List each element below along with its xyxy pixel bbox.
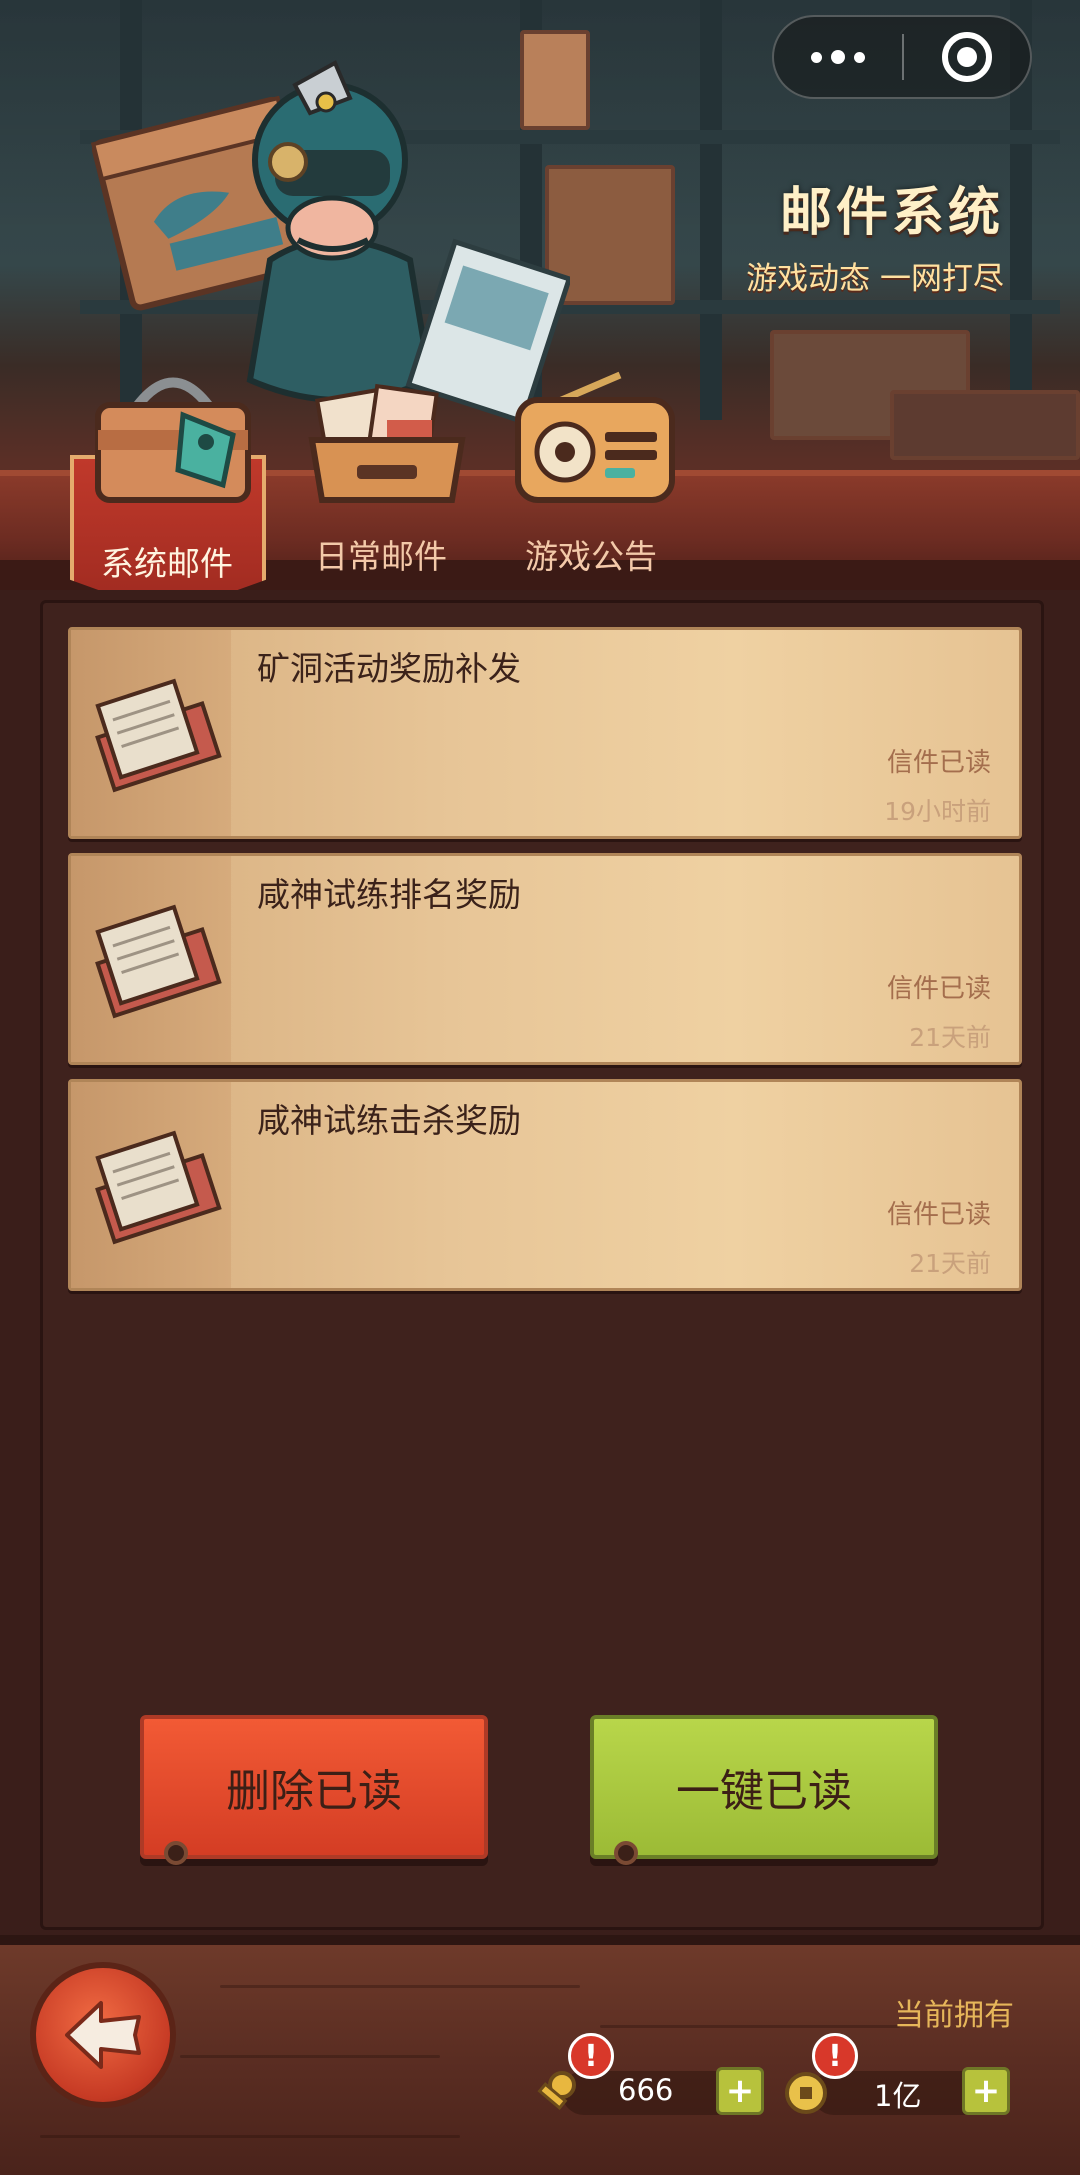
- mail-time: 21天前: [909, 1249, 991, 1278]
- target-icon[interactable]: [904, 32, 1030, 82]
- mark-all-read-button[interactable]: 一键已读: [590, 1715, 938, 1865]
- back-button[interactable]: [30, 1962, 176, 2108]
- mail-item[interactable]: 咸神试练击杀奖励 信件已读 21天前: [68, 1079, 1022, 1291]
- mail-time: 19小时前: [884, 797, 991, 826]
- mail-read-status: 信件已读: [886, 748, 991, 778]
- owned-label: 当前拥有: [894, 1998, 1014, 2033]
- add-key-button[interactable]: +: [716, 2067, 764, 2115]
- letter-tray-icon[interactable]: [302, 370, 472, 510]
- coin-icon: [785, 2072, 827, 2114]
- more-dots-icon[interactable]: [774, 17, 902, 97]
- add-coin-button[interactable]: +: [962, 2067, 1010, 2115]
- wood-grain: [600, 2025, 900, 2028]
- resource-value: 1亿: [874, 2079, 922, 2113]
- wood-grain: [40, 2135, 460, 2138]
- mail-read-status: 信件已读: [886, 974, 991, 1004]
- mail-read-status: 信件已读: [886, 1200, 991, 1230]
- mail-item[interactable]: 咸神试练排名奖励 信件已读 21天前: [68, 853, 1022, 1065]
- locked-chest-icon[interactable]: [88, 370, 258, 510]
- radio-icon[interactable]: [510, 370, 680, 510]
- page-subtitle: 游戏动态 一网打尽: [746, 261, 1004, 297]
- delete-read-label: 删除已读: [226, 1766, 402, 1817]
- tab-announcement[interactable]: 游戏公告: [496, 530, 686, 578]
- open-letter-icon: [95, 1130, 222, 1245]
- wood-grain: [220, 1985, 580, 1988]
- mail-title: 咸神试练击杀奖励: [257, 1101, 521, 1140]
- mark-all-read-label: 一键已读: [676, 1766, 852, 1817]
- delete-read-button[interactable]: 删除已读: [140, 1715, 488, 1865]
- mini-program-capsule: [772, 15, 1032, 99]
- mail-time: 21天前: [909, 1023, 991, 1052]
- resource-alert-badge: !: [568, 2033, 614, 2079]
- page-title: 邮件系统: [779, 183, 1004, 243]
- wood-grain: [180, 2055, 440, 2058]
- back-arrow-icon: [65, 2001, 141, 2069]
- golden-key-icon: [537, 2071, 576, 2110]
- tab-daily-mail[interactable]: 日常邮件: [286, 530, 476, 578]
- open-letter-icon: [95, 678, 222, 793]
- mail-item[interactable]: 矿洞活动奖励补发 信件已读 19小时前: [68, 627, 1022, 839]
- tab-system-mail[interactable]: 系统邮件: [72, 537, 262, 585]
- resource-key: ! 666 +: [532, 2033, 782, 2119]
- resource-alert-badge: !: [812, 2033, 858, 2079]
- resource-coin: ! 1亿 +: [782, 2033, 1022, 2119]
- resource-value: 666: [618, 2073, 674, 2107]
- bolt-decoration: [164, 1841, 188, 1865]
- bolt-decoration: [614, 1841, 638, 1865]
- warehouse-box: [890, 390, 1080, 460]
- open-letter-icon: [95, 904, 222, 1019]
- shelf-post: [700, 0, 722, 420]
- header-scene: 邮件系统 游戏动态 一网打尽 系统邮件 日常邮件 游戏公告: [0, 0, 1080, 590]
- mail-title: 咸神试练排名奖励: [257, 875, 521, 914]
- mail-title: 矿洞活动奖励补发: [257, 649, 521, 688]
